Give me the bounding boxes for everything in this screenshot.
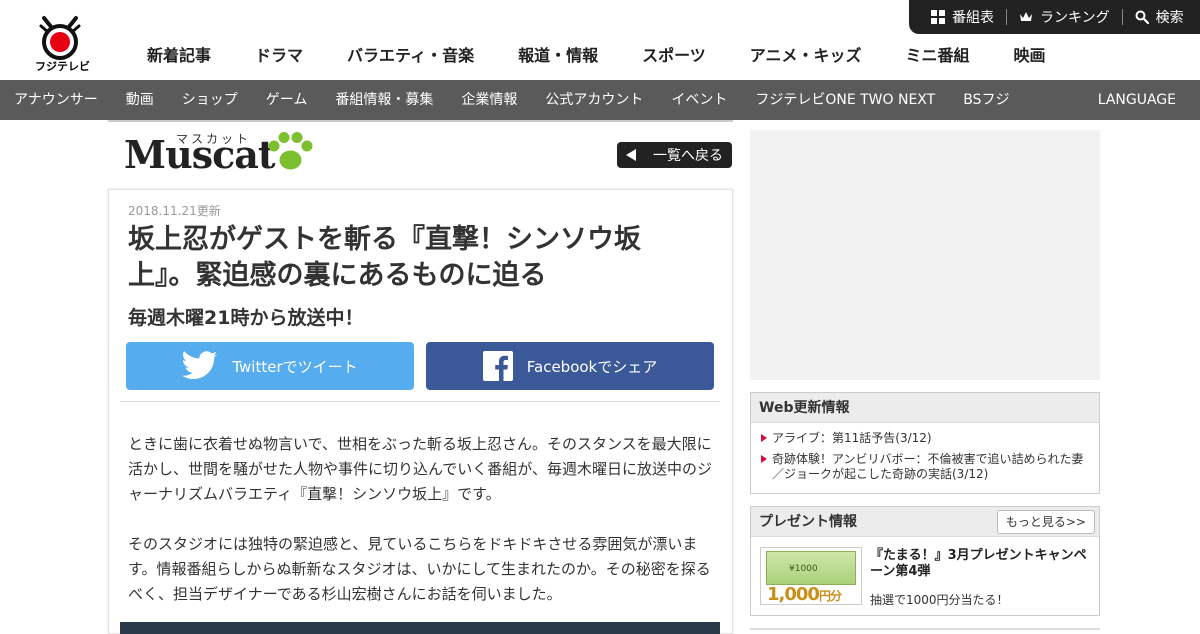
article-card: 2018.11.21更新 坂上忍がゲストを斬る『直撃！シンソウ坂上』。緊迫感の裏… [108,189,733,634]
twitter-share-button[interactable]: Twitterでツイート [126,342,414,390]
article-title: 坂上忍がゲストを斬る『直撃！シンソウ坂上』。緊迫感の裏にあるものに迫る [128,224,641,291]
main-column: マスカット Muscat 一覧へ戻る 2018.11.21更新 坂上忍がゲストを… [108,120,733,634]
voucher-label: ¥1000 [789,564,818,574]
more-button[interactable]: もっと見る>> [996,510,1095,534]
subnav-game[interactable]: ゲーム [252,80,322,120]
tv-schedule-label: 番組表 [952,10,994,26]
ranking-label: ランキング [1040,10,1110,26]
article-photo [120,622,720,634]
column-top-rule [108,120,733,122]
web-item-text: アライブ：第11話予告(3/12) [772,431,932,445]
muscat-word: Muscat [124,132,275,177]
nav-mini-programs[interactable]: ミニ番組 [883,44,991,68]
present-item-title[interactable]: 『たまる！』3月プレゼントキャンペーン第4弾 [870,548,1092,580]
fujitv-eye-icon [39,16,81,60]
utility-bar: 番組表 ランキング 検索 [909,0,1200,34]
nav-movies[interactable]: 映画 [991,44,1067,68]
twitter-bird-icon [182,351,218,380]
advertisement-slot [750,130,1100,380]
search-link[interactable]: 検索 [1135,8,1184,26]
search-label: 検索 [1155,10,1184,26]
present-info-panel: プレゼント情報 もっと見る>> ¥1000 1,000円分 『たまる！』3月プレ… [750,506,1100,616]
back-to-list-label: 一覧へ戻る [653,148,723,164]
sub-nav: アナウンサー 動画 ショップ ゲーム 番組情報・募集 企業情報 公式アカウント … [0,80,1200,120]
paw-icon [268,132,313,170]
article-divider [120,401,720,402]
list-item[interactable]: 奇跡体験！アンビリバボー：不倫被害で追い詰められた妻／ジョークが起こした奇跡の実… [759,452,1091,482]
present-thumbnail[interactable]: ¥1000 1,000円分 [760,547,862,605]
article-paragraph: ときに歯に衣着せぬ物言いで、世相をぶった斬る坂上忍さん。そのスタンスを最大限に活… [128,435,712,503]
logo-text: フジテレビ [35,60,90,73]
language-link[interactable]: LANGUAGE [1098,80,1176,120]
red-arrow-icon [761,434,767,442]
subnav-program-info[interactable]: 番組情報・募集 [321,80,447,120]
web-updates-list: アライブ：第11話予告(3/12) 奇跡体験！アンビリバボー：不倫被害で追い詰め… [751,423,1099,482]
search-icon [1135,10,1149,24]
nav-anime-kids[interactable]: アニメ・キッズ [728,44,884,68]
subnav-announcer[interactable]: アナウンサー [0,80,112,120]
voucher-price-number: 1,000 [767,584,820,605]
tv-schedule-link[interactable]: 番組表 [931,8,994,26]
voucher-price-unit: 円分 [818,589,842,603]
nav-sports[interactable]: スポーツ [620,44,728,68]
subnav-events[interactable]: イベント [657,80,741,120]
web-updates-panel: Web更新情報 アライブ：第11話予告(3/12) 奇跡体験！アンビリバボー：不… [750,392,1100,494]
subnav-corporate[interactable]: 企業情報 [447,80,531,120]
utility-separator [1006,9,1007,25]
crown-icon [1020,12,1032,21]
article-subtitle: 毎週木曜21時から放送中！ [128,307,364,329]
facebook-share-button[interactable]: Facebookでシェア [426,342,714,390]
subnav-shop[interactable]: ショップ [168,80,252,120]
site-header: フジテレビ 番組表 ランキング 検索 新着記事 ドラマ バラエティ・音楽 報道・… [0,0,1200,80]
gift-voucher-image: ¥1000 [766,551,856,585]
article-date: 2018.11.21更新 [128,204,221,218]
voucher-price: 1,000円分 [767,584,842,605]
nav-variety-music[interactable]: バラエティ・音楽 [325,44,496,68]
main-nav: 新着記事 ドラマ バラエティ・音楽 報道・情報 スポーツ アニメ・キッズ ミニ番… [125,44,1068,68]
ranking-link[interactable]: ランキング [1019,8,1110,26]
grid-icon [931,10,945,24]
subnav-official-accounts[interactable]: 公式アカウント [531,80,657,120]
nav-drama[interactable]: ドラマ [233,44,325,68]
back-to-list-button[interactable]: 一覧へ戻る [617,142,732,168]
nav-new-articles[interactable]: 新着記事 [125,44,233,68]
facebook-share-label: Facebookでシェア [526,357,658,376]
subnav-bs-fuji[interactable]: BSフジ [949,80,1023,120]
twitter-share-label: Twitterでツイート [232,357,358,376]
web-item-text: 奇跡体験！アンビリバボー：不倫被害で追い詰められた妻／ジョークが起こした奇跡の実… [772,452,1084,481]
subnav-video[interactable]: 動画 [112,80,168,120]
article-paragraph: そのスタジオには独特の緊迫感と、見ているこちらをドキドキさせる雰囲気が漂います。… [128,535,711,603]
utility-separator [1121,9,1123,25]
list-item[interactable]: アライブ：第11話予告(3/12) [759,431,1091,446]
subnav-one-two-next[interactable]: フジテレビONE TWO NEXT [741,80,949,120]
back-arrow-icon [626,149,636,161]
present-info-title: プレゼント情報 [759,514,857,530]
present-info-heading: プレゼント情報 もっと見る>> [751,507,1099,537]
facebook-f-icon [482,351,513,381]
red-arrow-icon [761,455,767,463]
nav-news-info[interactable]: 報道・情報 [496,44,620,68]
present-item-description: 抽選で1000円分当たる！ [870,593,1009,607]
web-updates-heading: Web更新情報 [751,393,1099,423]
